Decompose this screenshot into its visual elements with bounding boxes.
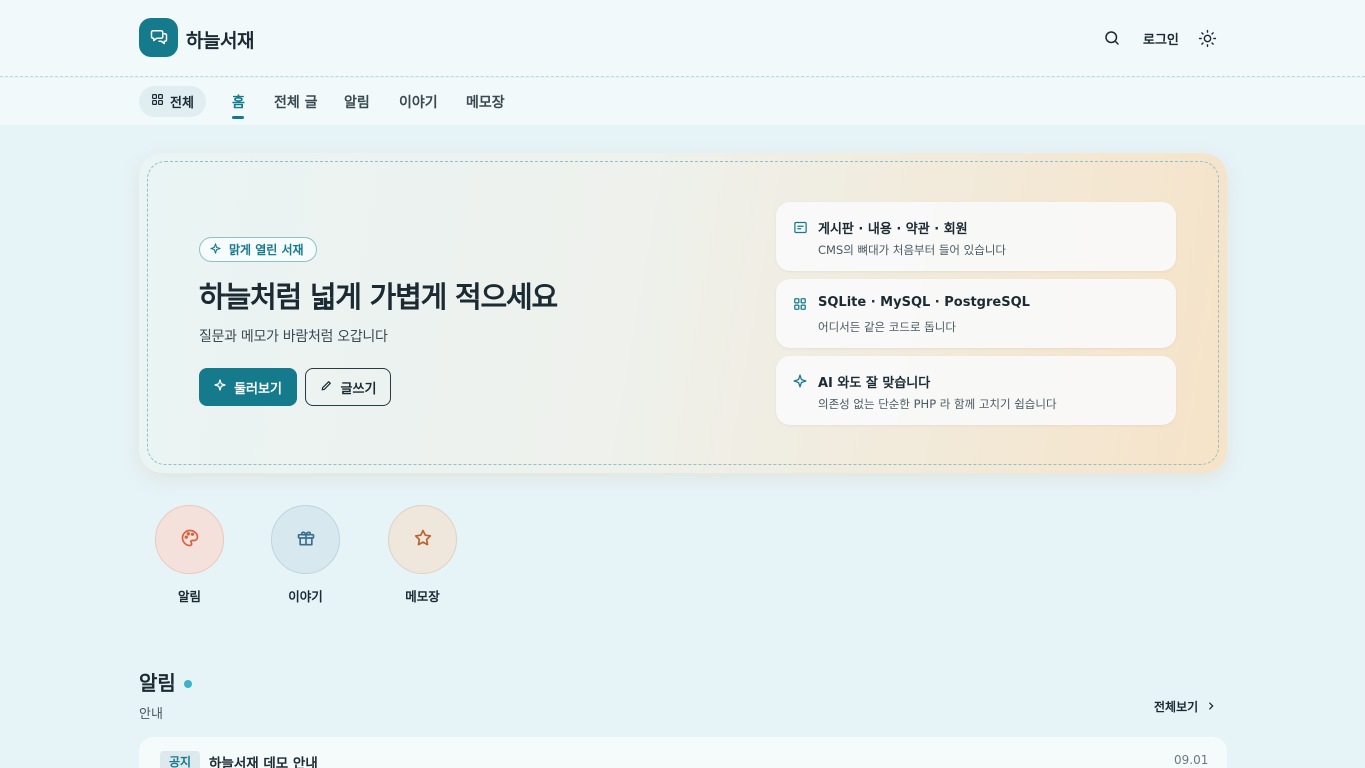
section-title-text: 알림 xyxy=(139,671,176,695)
feature-title: SQLite · MySQL · PostgreSQL xyxy=(818,295,1030,310)
grid-icon xyxy=(151,93,164,110)
post-date: 09.01 xyxy=(1174,753,1209,767)
feature-desc: 어디서든 같은 코드로 돕니다 xyxy=(818,320,956,334)
feature-title: AI 와도 잘 맞습니다 xyxy=(818,376,931,391)
chevron-right-icon xyxy=(1206,700,1216,714)
hero-subtitle: 질문과 메모가 바람처럼 오갑니다 xyxy=(199,329,388,345)
board-icon xyxy=(792,219,808,235)
feature-desc: CMS의 뼈대가 처음부터 들어 있습니다 xyxy=(818,243,1006,257)
nav-item-stories[interactable]: 이야기 xyxy=(399,92,438,112)
nav-all-button[interactable]: 전체 xyxy=(139,86,206,117)
login-button[interactable]: 로그인 xyxy=(1143,29,1179,48)
feature-card: SQLite · MySQL · PostgreSQL 어디서든 같은 코드로 … xyxy=(776,279,1176,348)
browse-button[interactable]: 둘러보기 xyxy=(199,368,297,406)
category-circle xyxy=(388,505,457,574)
hero-tag: 맑게 열린 서재 xyxy=(199,237,317,262)
category-circle xyxy=(271,505,340,574)
write-button-label: 글쓰기 xyxy=(340,381,377,397)
category-stories[interactable]: 이야기 xyxy=(271,505,340,605)
see-all-label: 전체보기 xyxy=(1154,700,1199,714)
gift-icon xyxy=(296,528,316,552)
sparkle-icon xyxy=(214,379,226,395)
nav-item-notices[interactable]: 알림 xyxy=(344,92,370,112)
grid-icon xyxy=(792,296,808,312)
see-all-link[interactable]: 전체보기 xyxy=(1154,698,1216,715)
nav-all-label: 전체 xyxy=(170,96,194,111)
palette-icon xyxy=(180,528,200,552)
hero-tag-label: 맑게 열린 서재 xyxy=(229,243,304,257)
feature-card: AI 와도 잘 맞습니다 의존성 없는 단순한 PHP 라 함께 고치기 쉽습니… xyxy=(776,356,1176,425)
feature-title: 게시판 · 내용 · 약관 · 회원 xyxy=(818,222,968,237)
hero-title: 하늘처럼 넓게 가볍게 적으세요 xyxy=(199,280,558,314)
nav-active-indicator xyxy=(232,116,244,119)
top-bar: 하늘서재 로그인 xyxy=(0,0,1365,77)
sparkle-icon xyxy=(210,242,221,257)
brand-name[interactable]: 하늘서재 xyxy=(186,26,254,53)
chat-bubble-icon xyxy=(150,27,168,49)
logo-badge[interactable] xyxy=(139,18,178,57)
star-icon xyxy=(413,528,433,552)
category-label: 이야기 xyxy=(288,589,323,604)
nav-item-all-posts[interactable]: 전체 글 xyxy=(274,92,318,112)
post-row[interactable]: 공지 하늘서재 데모 안내 09.01 xyxy=(139,737,1227,768)
feature-desc: 의존성 없는 단순한 PHP 라 함께 고치기 쉽습니다 xyxy=(818,397,1057,411)
hero-banner: 맑게 열린 서재 하늘처럼 넓게 가볍게 적으세요 질문과 메모가 바람처럼 오… xyxy=(139,153,1227,473)
category-notices[interactable]: 알림 xyxy=(155,505,224,605)
category-circle xyxy=(155,505,224,574)
nav-item-home[interactable]: 홈 xyxy=(232,92,245,112)
post-badge: 공지 xyxy=(160,751,201,768)
write-button[interactable]: 글쓰기 xyxy=(305,368,391,406)
hero-inner-frame: 맑게 열린 서재 하늘처럼 넓게 가볍게 적으세요 질문과 메모가 바람처럼 오… xyxy=(147,161,1219,465)
sun-icon[interactable] xyxy=(1197,28,1217,48)
sparkle-icon xyxy=(792,373,808,389)
section-subtitle: 안내 xyxy=(139,707,163,722)
feature-card: 게시판 · 내용 · 약관 · 회원 CMS의 뼈대가 처음부터 들어 있습니다 xyxy=(776,202,1176,271)
category-label: 메모장 xyxy=(405,589,440,604)
category-label: 알림 xyxy=(177,589,201,604)
post-title[interactable]: 하늘서재 데모 안내 xyxy=(209,752,318,768)
nav-item-memo[interactable]: 메모장 xyxy=(466,92,505,112)
section-dot xyxy=(183,679,192,688)
pencil-icon xyxy=(320,379,333,396)
category-memo[interactable]: 메모장 xyxy=(388,505,457,605)
nav-bar: 전체 홈 전체 글 알림 이야기 메모장 xyxy=(0,78,1365,125)
section-title: 알림 xyxy=(139,667,192,696)
search-icon[interactable] xyxy=(1102,28,1122,48)
browse-button-label: 둘러보기 xyxy=(234,381,282,397)
